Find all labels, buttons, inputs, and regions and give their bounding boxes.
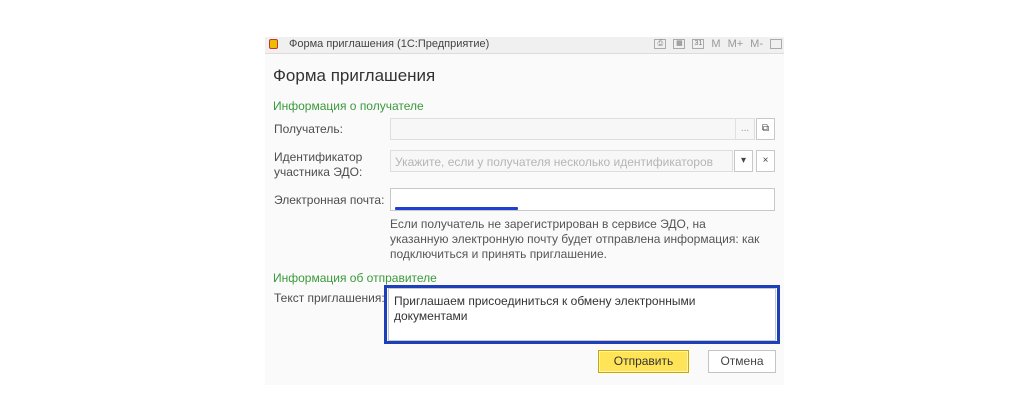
email-label: Электронная почта: [274,193,385,207]
maximize-icon[interactable] [770,39,782,49]
send-button[interactable]: Отправить [598,350,689,373]
recipient-label: Получатель: [274,122,343,136]
recipient-field[interactable]: ... [390,118,755,140]
memory-button[interactable]: M [711,38,720,50]
print-icon[interactable]: ⎙ [654,39,667,49]
memory-plus-button[interactable]: M+ [728,38,744,50]
memory-minus-button[interactable]: M- [750,38,763,50]
calendar-icon[interactable]: 31 [692,39,705,49]
sender-section-title: Информация об отправителе [273,271,437,285]
clear-icon[interactable]: × [756,150,775,172]
email-field[interactable] [390,188,775,211]
page-title: Форма приглашения [273,66,436,85]
hint-line-2: указанную электронную почту будет отправ… [390,232,760,246]
open-recipient-button[interactable]: ⧉ [756,118,775,140]
table-icon[interactable]: ▦ [673,39,686,49]
edo-id-label: Идентификатор участника ЭДО: [274,150,363,179]
hint-line-1: Если получатель не зарегистрирован в сер… [390,217,706,231]
invite-text-label: Текст приглашения: [274,291,385,305]
edo-id-field[interactable]: Укажите, если у получателя несколько иде… [390,150,733,172]
app-1c-icon [269,39,278,49]
hint-line-3: подключиться и принять приглашение. [390,247,607,261]
highlight-frame [384,285,780,344]
cancel-button[interactable]: Отмена [708,350,776,373]
window-titlebar: Форма приглашения (1С:Предприятие) ⎙ ▦ 3… [265,37,784,54]
recipient-section-title: Информация о получателе [273,99,424,113]
select-dots-button[interactable]: ... [735,119,754,139]
window-title: Форма приглашения (1С:Предприятие) [289,38,490,50]
edo-id-placeholder: Укажите, если у получателя несколько иде… [395,155,713,169]
email-redaction-mark [395,207,518,210]
chevron-down-icon[interactable]: ▾ [734,150,753,172]
